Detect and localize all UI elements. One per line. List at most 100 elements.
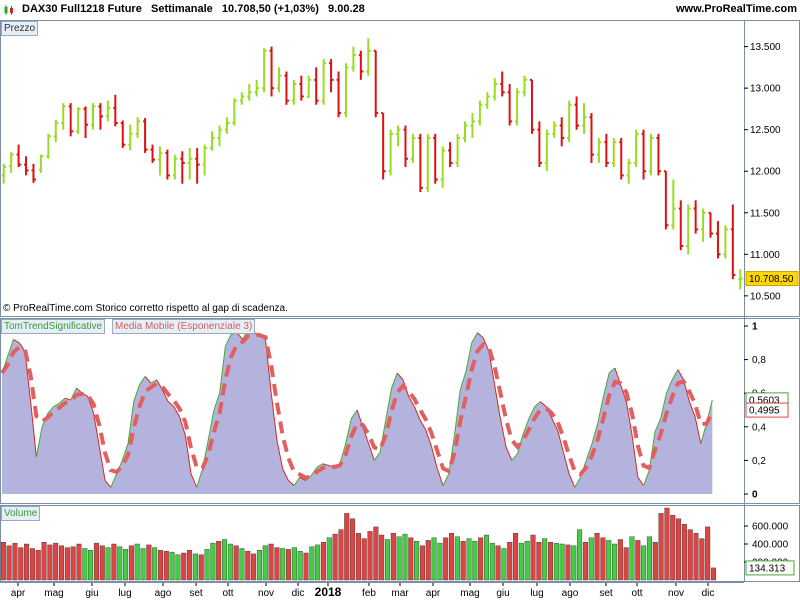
price-bar xyxy=(455,133,461,168)
price-bar xyxy=(31,163,36,183)
price-bar xyxy=(120,120,126,148)
ma-panel-label[interactable]: Media Mobile (Esponenziale 3) xyxy=(112,319,256,334)
volume-y-tick-label: 400.000 xyxy=(752,540,789,551)
volume-last-value: 134.313 xyxy=(749,563,786,574)
price-bar xyxy=(626,158,632,184)
indicator-y-tick-label: 0,8 xyxy=(752,355,766,366)
volume-bar xyxy=(0,542,6,581)
chart-canvas: 13.500 13.000 12.500 12.000 11.500 11.000 10.5… xyxy=(0,20,800,599)
x-tick-label: ago xyxy=(155,588,172,599)
x-tick-label: mag xyxy=(460,588,479,599)
volume-bar xyxy=(501,548,507,581)
volume-bar xyxy=(670,515,676,581)
volume-bar xyxy=(367,531,373,581)
price-bar xyxy=(254,79,260,97)
price-bar xyxy=(701,208,706,242)
volume-bar xyxy=(355,533,361,581)
volume-bar xyxy=(676,518,682,581)
x-tick-label: dic xyxy=(702,588,715,599)
volume-bar xyxy=(518,542,524,581)
price-bar xyxy=(738,269,743,290)
volume-bar xyxy=(332,533,338,581)
price-bar xyxy=(76,107,81,134)
price-bar xyxy=(552,121,557,138)
price-bar xyxy=(708,211,714,238)
volume-bar xyxy=(507,542,513,581)
price-bar xyxy=(314,67,319,105)
volume-bar xyxy=(18,547,24,581)
volume-bar xyxy=(681,524,687,581)
volume-bar xyxy=(379,534,385,581)
price-bar xyxy=(522,75,528,97)
price-bar xyxy=(217,125,222,147)
volume-bar xyxy=(233,545,239,581)
volume-panel-label[interactable]: Volume xyxy=(1,506,41,521)
x-tick-label: feb xyxy=(362,588,376,599)
price-bar xyxy=(723,225,728,259)
volume-bar xyxy=(612,543,618,581)
price-bar xyxy=(611,138,617,168)
price-bar xyxy=(195,147,200,184)
price-bar xyxy=(291,79,297,105)
volume-bar xyxy=(495,545,501,581)
indicator-y-tick-label: 0,2 xyxy=(752,456,766,467)
price-bar xyxy=(299,75,304,101)
volume-bar xyxy=(350,518,356,581)
price-bar xyxy=(180,151,185,184)
volume-bar xyxy=(315,544,321,581)
price-bar xyxy=(83,106,89,138)
price-bar xyxy=(68,103,74,137)
volume-bar xyxy=(41,542,47,581)
price-bar xyxy=(210,131,215,151)
price-bar xyxy=(686,204,691,255)
volume-bar xyxy=(88,550,94,581)
price-bar xyxy=(433,133,438,184)
volume-bar xyxy=(6,545,12,581)
price-bar xyxy=(113,94,118,127)
volume-bar xyxy=(623,547,629,581)
x-tick-label: lug xyxy=(118,588,131,599)
x-tick-label: set xyxy=(189,588,203,599)
price-bar xyxy=(604,133,609,168)
volume-bar xyxy=(402,533,408,581)
price-bar xyxy=(470,113,475,138)
volume-bar xyxy=(286,549,292,581)
price-y-tick-label: 11.500 xyxy=(750,208,780,219)
volume-bar xyxy=(652,542,658,581)
last-price-value: 10.708,50 xyxy=(749,274,794,285)
indicator-y-tick-label: 0,4 xyxy=(752,422,766,433)
volume-bar xyxy=(181,552,187,581)
price-bar xyxy=(53,119,59,143)
volume-bar xyxy=(635,540,641,581)
price-bar xyxy=(567,100,572,143)
price-bar xyxy=(239,92,245,105)
x-tick-label: giu xyxy=(85,588,98,599)
price-bar xyxy=(336,71,342,118)
volume-bar xyxy=(216,541,222,581)
x-tick-label: mag xyxy=(44,588,63,599)
volume-bar xyxy=(344,513,350,581)
price-panel-label[interactable]: Prezzo xyxy=(1,21,39,36)
volume-bar xyxy=(396,536,402,581)
volume-bar xyxy=(617,539,623,581)
volume-bar xyxy=(542,538,548,581)
price-bar xyxy=(529,78,535,134)
price-bar xyxy=(634,129,639,168)
volume-bar xyxy=(710,567,716,581)
volume-bar xyxy=(449,533,455,581)
volume-bar xyxy=(117,546,123,581)
price-bar xyxy=(351,46,356,72)
price-bar xyxy=(105,100,111,122)
price-panel xyxy=(0,20,800,317)
price-bar xyxy=(649,133,654,176)
volume-bar xyxy=(594,533,600,581)
indicator-y-tick-label: 1 xyxy=(752,322,758,333)
x-tick-label: dic xyxy=(292,588,305,599)
price-bar xyxy=(61,103,66,130)
indicator-panel-label[interactable]: TomTrendSignificative xyxy=(1,319,106,334)
volume-bar xyxy=(489,542,495,581)
volume-bar xyxy=(12,542,18,581)
volume-bar xyxy=(547,542,554,581)
volume-bar xyxy=(483,534,489,581)
x-tick-label: ott xyxy=(631,588,642,599)
